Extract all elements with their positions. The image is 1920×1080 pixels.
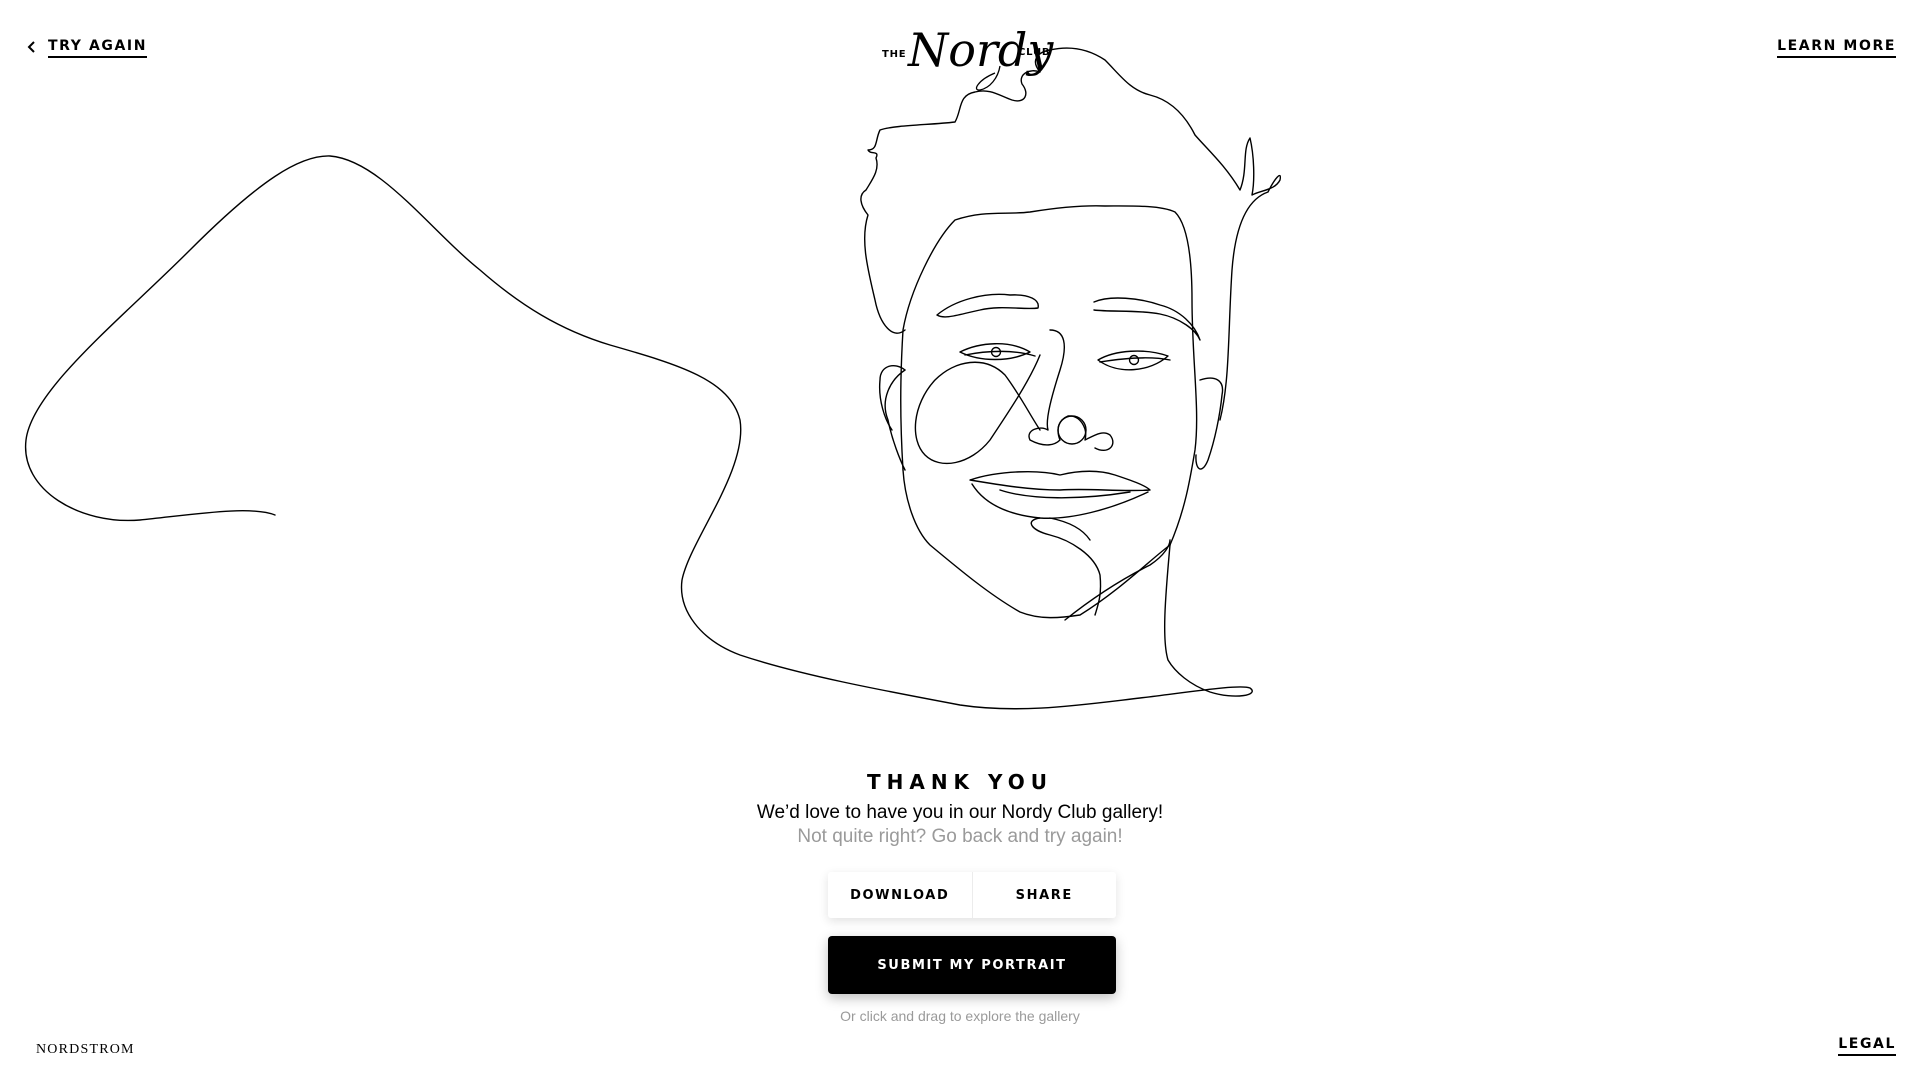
submit-portrait-button[interactable]: SUBMIT MY PORTRAIT xyxy=(828,936,1116,994)
svg-text:THE: THE xyxy=(882,49,906,60)
explore-gallery-hint: Or click and drag to explore the gallery xyxy=(840,1008,1080,1024)
gallery-invite-text: We’d love to have you in our Nordy Club … xyxy=(756,802,1164,823)
portrait-line-drawing xyxy=(25,47,1282,710)
page-title: THANK YOU xyxy=(866,770,1054,794)
share-button[interactable]: SHARE xyxy=(971,872,1117,918)
learn-more-link[interactable]: LEARN MORE xyxy=(1777,38,1896,58)
thank-you-page: TRY AGAIN THE Nordy CLUB LEARN MORE THAN… xyxy=(0,0,1920,1080)
legal-link[interactable]: LEGAL xyxy=(1838,1036,1896,1056)
chevron-left-icon[interactable] xyxy=(26,40,38,54)
download-share-group: DOWNLOAD SHARE xyxy=(828,872,1116,918)
nordstrom-logo[interactable]: NORDSTROM xyxy=(36,1042,135,1058)
svg-text:CLUB: CLUB xyxy=(1018,47,1050,58)
download-button[interactable]: DOWNLOAD xyxy=(828,872,972,918)
nordy-club-logo[interactable]: THE Nordy CLUB xyxy=(880,18,1060,98)
try-again-link[interactable]: TRY AGAIN xyxy=(48,38,148,58)
try-again-hint-text: Not quite right? Go back and try again! xyxy=(797,826,1123,847)
